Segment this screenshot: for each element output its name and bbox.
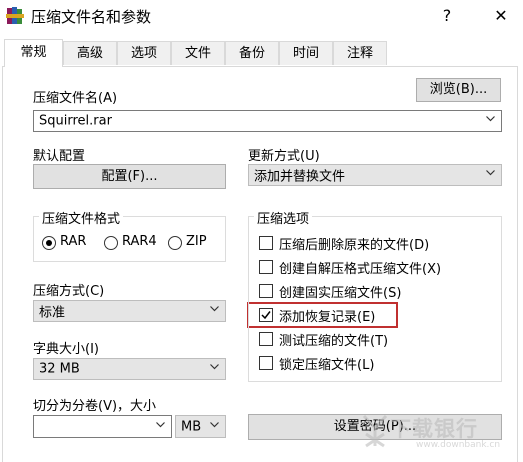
radio-zip[interactable]	[168, 236, 182, 250]
watermark-text: 下载银行	[390, 417, 478, 441]
compression-method-value: 标准	[39, 305, 66, 321]
checkbox-delete-after-label: 压缩后删除原来的文件(D)	[279, 238, 430, 253]
split-unit-select[interactable]: MB	[175, 415, 226, 438]
checkbox-create-sfx-label: 创建自解压格式压缩文件(X)	[279, 262, 442, 277]
radio-rar4-label: RAR4	[122, 234, 157, 249]
dictionary-size-value: 32 MB	[39, 361, 80, 377]
checkbox-test-files[interactable]	[259, 332, 273, 346]
tab-options[interactable]: 选项	[117, 41, 171, 65]
update-mode-select[interactable]: 添加并替换文件	[248, 164, 502, 186]
tab-general[interactable]: 常规	[4, 39, 63, 67]
radio-rar-label: RAR	[60, 234, 87, 249]
split-unit-value: MB	[181, 419, 202, 434]
chevron-down-icon	[486, 168, 495, 177]
checkbox-solid-archive-label: 创建固实压缩文件(S)	[279, 286, 402, 301]
tab-comment[interactable]: 注释	[333, 41, 387, 65]
radio-zip-label: ZIP	[186, 234, 207, 249]
archive-name-combo[interactable]: Squirrel.rar	[33, 110, 502, 132]
dictionary-size-select[interactable]: 32 MB	[33, 358, 226, 380]
split-volumes-label: 切分为分卷(V)，大小	[33, 399, 157, 414]
archive-options-title: 压缩选项	[254, 208, 313, 227]
checkbox-create-sfx[interactable]	[259, 260, 273, 274]
watermark: 下载银行 www.downbank.cn	[360, 410, 510, 458]
chevron-down-icon	[210, 420, 219, 429]
chevron-down-icon	[156, 420, 165, 429]
radio-rar[interactable]	[42, 236, 56, 250]
winrar-books-icon	[6, 6, 24, 26]
archive-format-title: 压缩文件格式	[39, 208, 124, 227]
checkbox-solid-archive[interactable]	[259, 284, 273, 298]
window-title: 压缩文件名和参数	[31, 8, 152, 26]
tab-advanced[interactable]: 高级	[63, 41, 117, 65]
help-button[interactable]: ?	[434, 4, 460, 28]
check-icon	[261, 311, 271, 320]
split-size-combo[interactable]	[33, 415, 172, 438]
title-bar: 压缩文件名和参数 ? ✕	[0, 0, 523, 34]
chevron-down-icon	[210, 304, 219, 313]
tab-files[interactable]: 文件	[171, 41, 225, 65]
tab-backup[interactable]: 备份	[225, 41, 279, 65]
dictionary-size-label: 字典大小(I)	[33, 342, 99, 357]
watermark-logo-icon	[362, 414, 388, 448]
checkbox-recovery-record-label: 添加恢复记录(E)	[279, 310, 376, 325]
radio-rar4[interactable]	[104, 236, 118, 250]
profiles-button[interactable]: 配置(F)...	[33, 164, 226, 189]
checkbox-delete-after[interactable]	[259, 236, 273, 250]
close-button[interactable]: ✕	[488, 4, 514, 28]
archive-name-value: Squirrel.rar	[39, 113, 112, 129]
chevron-down-icon	[486, 114, 495, 123]
compression-method-label: 压缩方式(C)	[33, 284, 105, 299]
tab-time[interactable]: 时间	[279, 41, 333, 65]
update-mode-value: 添加并替换文件	[254, 169, 346, 185]
checkbox-lock-archive[interactable]	[259, 356, 273, 370]
profiles-label: 默认配置	[33, 149, 86, 164]
browse-button[interactable]: 浏览(B)...	[416, 78, 501, 102]
checkbox-test-files-label: 测试压缩的文件(T)	[279, 334, 389, 349]
watermark-url: www.downbank.cn	[416, 440, 501, 450]
chevron-down-icon	[210, 362, 219, 371]
compression-method-select[interactable]: 标准	[33, 300, 226, 322]
archive-name-label: 压缩文件名(A)	[33, 91, 118, 106]
checkbox-recovery-record[interactable]	[259, 308, 273, 322]
update-mode-label: 更新方式(U)	[248, 149, 320, 164]
checkbox-lock-archive-label: 锁定压缩文件(L)	[279, 358, 375, 373]
